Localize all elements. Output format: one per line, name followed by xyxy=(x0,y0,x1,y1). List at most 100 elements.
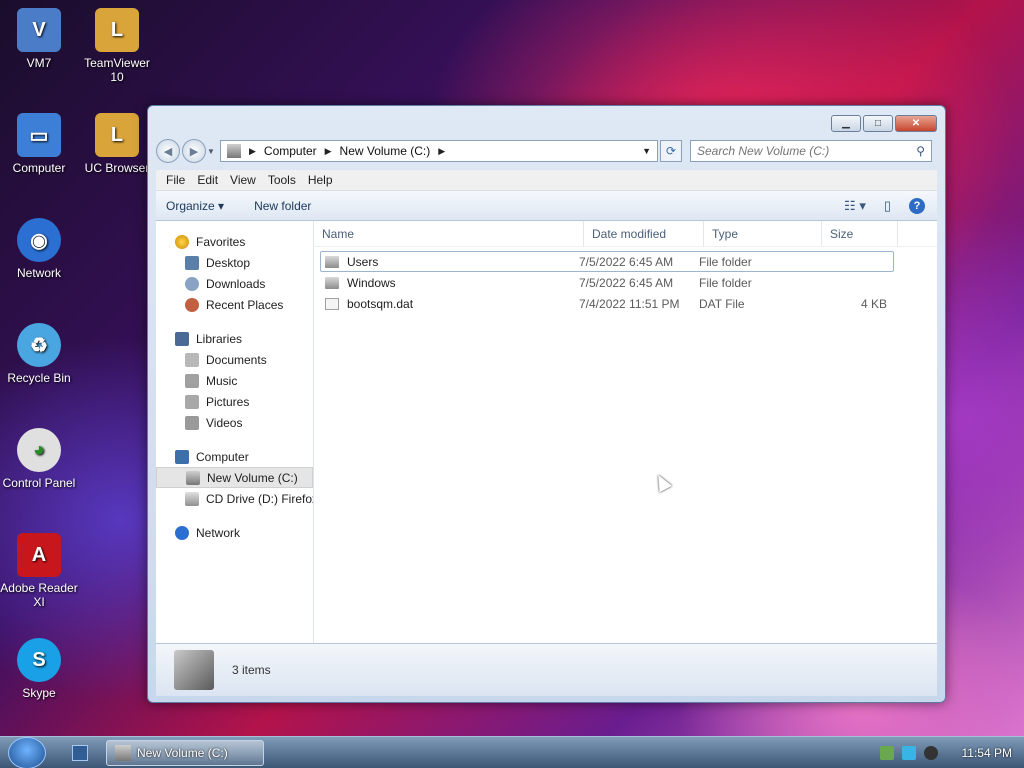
nav-cd-drive-d[interactable]: CD Drive (D:) Firefox xyxy=(156,488,313,509)
desktop-icon-uc-browser[interactable]: L UC Browser xyxy=(78,113,156,175)
desktop-icon-label: Computer xyxy=(12,161,66,175)
start-button[interactable] xyxy=(8,737,46,768)
items-count: 3 items xyxy=(232,663,271,677)
menu-file[interactable]: File xyxy=(160,173,191,187)
documents-icon xyxy=(185,352,199,367)
nav-pictures[interactable]: Pictures xyxy=(156,391,313,412)
show-desktop-icon[interactable] xyxy=(72,745,88,761)
maximize-button[interactable]: □ xyxy=(863,115,893,132)
taskbar-button-explorer[interactable]: New Volume (C:) xyxy=(106,740,264,766)
desktop-icon-adobe-reader[interactable]: A Adobe Reader XI xyxy=(0,533,78,609)
search-input[interactable] xyxy=(697,144,917,158)
desktop-icon-computer[interactable]: ▭ Computer xyxy=(0,113,78,175)
desktop-icon-recycle-bin[interactable]: ♻ Recycle Bin xyxy=(0,323,78,385)
file-row[interactable]: Windows 7/5/2022 6:45 AM File folder xyxy=(320,272,894,293)
address-dropdown-icon[interactable]: ▼ xyxy=(642,146,651,156)
recent-pages-dropdown[interactable]: ▼ xyxy=(206,147,216,156)
column-type[interactable]: Type xyxy=(704,221,822,246)
desktop-icon-skype[interactable]: S Skype xyxy=(0,638,78,700)
organize-button[interactable]: Organize ▾ xyxy=(166,199,224,213)
nav-recent-places[interactable]: Recent Places xyxy=(156,294,313,315)
nav-computer[interactable]: Computer xyxy=(156,446,313,467)
nav-favorites[interactable]: Favorites xyxy=(156,231,313,252)
nav-videos[interactable]: Videos xyxy=(156,412,313,433)
nav-documents[interactable]: Documents xyxy=(156,349,313,370)
desktop-icon-teamviewer[interactable]: L TeamViewer 10 xyxy=(78,8,156,84)
desktop-icon-label: UC Browser xyxy=(84,161,150,175)
column-date-modified[interactable]: Date modified xyxy=(584,221,704,246)
breadcrumb-separator-icon[interactable]: ▶ xyxy=(325,146,332,157)
volume-icon[interactable] xyxy=(923,746,938,760)
desktop-icon-control-panel[interactable]: ◕ Control Panel xyxy=(0,428,78,490)
clock[interactable]: 11:54 PM xyxy=(962,746,1012,760)
column-name[interactable]: Name xyxy=(314,221,584,246)
content-area: Favorites Desktop Downloads Recent Place… xyxy=(156,221,937,643)
back-button[interactable]: ◀ xyxy=(156,139,180,163)
file-date: 7/4/2022 11:51 PM xyxy=(579,296,680,311)
forward-button[interactable]: ▶ xyxy=(182,139,206,163)
back-arrow-icon: ◀ xyxy=(163,145,173,158)
libraries-icon xyxy=(175,331,189,346)
file-icon xyxy=(325,297,339,310)
breadcrumb-separator-icon[interactable]: ▶ xyxy=(249,146,256,157)
menu-help[interactable]: Help xyxy=(302,173,339,187)
window-controls: ▁ □ ✕ xyxy=(831,115,937,132)
nav-label: Documents xyxy=(206,352,267,367)
drive-icon xyxy=(227,144,241,158)
recycle-bin-icon: ♻ xyxy=(17,323,61,367)
desktop-icon-label: Adobe Reader XI xyxy=(0,581,78,609)
nav-label: Music xyxy=(206,373,238,388)
file-row[interactable]: bootsqm.dat 7/4/2022 11:51 PM DAT File 4… xyxy=(320,293,894,314)
videos-icon xyxy=(185,415,199,430)
nav-network[interactable]: Network xyxy=(156,522,313,543)
menu-tools[interactable]: Tools xyxy=(262,173,302,187)
menu-view[interactable]: View xyxy=(224,173,262,187)
file-row[interactable]: Users 7/5/2022 6:45 AM File folder xyxy=(320,251,894,272)
nav-label: Recent Places xyxy=(206,297,284,312)
teamviewer-icon: L xyxy=(95,8,139,52)
system-tray: 11:54 PM xyxy=(879,737,1012,768)
nav-label: New Volume (C:) xyxy=(207,470,298,485)
nav-music[interactable]: Music xyxy=(156,370,313,391)
uc-browser-icon: L xyxy=(95,113,139,157)
computer-icon: ▭ xyxy=(17,113,61,157)
file-name: Users xyxy=(347,254,379,269)
refresh-button[interactable]: ⟳ xyxy=(660,140,682,162)
network-icon: ◉ xyxy=(17,218,61,262)
column-size[interactable]: Size xyxy=(822,221,898,246)
nav-new-volume-c[interactable]: New Volume (C:) xyxy=(156,467,313,488)
file-date: 7/5/2022 6:45 AM xyxy=(579,254,674,269)
nav-libraries[interactable]: Libraries xyxy=(156,328,313,349)
desktop-icon-label: Network xyxy=(16,266,61,280)
address-row: ◀ ▶ ▼ ▶ Computer ▶ New Volume (C:) ▶ ▼ ⟳… xyxy=(156,138,937,164)
network-tray-icon[interactable] xyxy=(901,746,916,760)
column-headers: Name Date modified Type Size xyxy=(314,221,937,247)
desktop-icon-network[interactable]: ◉ Network xyxy=(0,218,78,280)
network-icon xyxy=(175,525,189,540)
breadcrumb-computer[interactable]: Computer xyxy=(264,144,317,158)
help-icon[interactable]: ? xyxy=(909,197,925,214)
breadcrumb-separator-icon[interactable]: ▶ xyxy=(438,146,445,157)
new-folder-button[interactable]: New folder xyxy=(254,199,311,213)
file-type: File folder xyxy=(699,275,752,290)
file-type: DAT File xyxy=(699,296,745,311)
desktop-icon-label: Recycle Bin xyxy=(7,371,71,385)
breadcrumb-new-volume[interactable]: New Volume (C:) xyxy=(340,144,431,158)
address-bar[interactable]: ▶ Computer ▶ New Volume (C:) ▶ ▼ xyxy=(220,140,658,162)
preview-pane-icon[interactable]: ▯ xyxy=(884,198,891,214)
star-icon xyxy=(175,234,189,249)
nav-desktop[interactable]: Desktop xyxy=(156,252,313,273)
search-box[interactable]: ⚲ xyxy=(690,140,932,162)
minimize-button[interactable]: ▁ xyxy=(831,115,861,132)
view-options-icon[interactable]: ☷ ▾ xyxy=(844,198,866,214)
close-button[interactable]: ✕ xyxy=(895,115,937,132)
nav-downloads[interactable]: Downloads xyxy=(156,273,313,294)
folder-icon xyxy=(325,276,339,289)
action-center-icon[interactable] xyxy=(879,746,894,760)
explorer-window: ▁ □ ✕ ◀ ▶ ▼ ▶ Computer ▶ New Volume (C:)… xyxy=(147,105,946,703)
search-icon[interactable]: ⚲ xyxy=(916,144,925,158)
menu-edit[interactable]: Edit xyxy=(191,173,224,187)
desktop-icon-vm7[interactable]: V VM7 xyxy=(0,8,78,70)
downloads-icon xyxy=(185,276,199,291)
pictures-icon xyxy=(185,394,199,409)
